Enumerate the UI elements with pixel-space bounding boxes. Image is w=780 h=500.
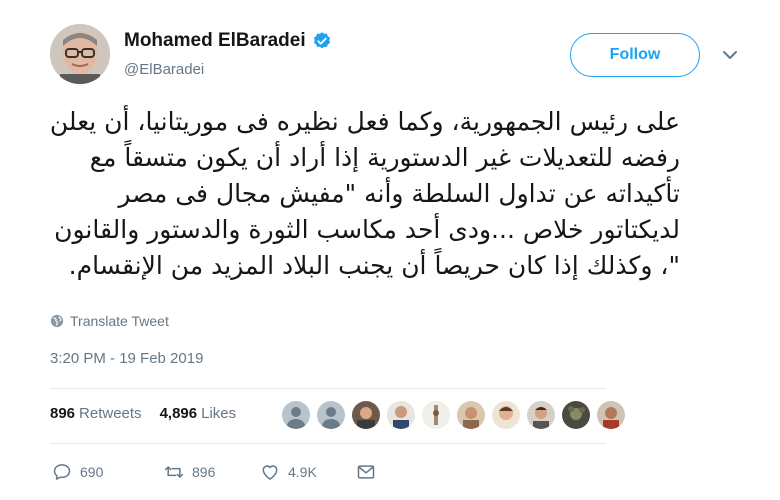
reply-button[interactable]: 690 [52,462,164,482]
chevron-down-icon[interactable] [722,48,738,60]
envelope-icon [357,465,375,479]
verified-badge-icon [312,31,332,51]
reply-count: 690 [80,464,104,480]
translate-tweet-link[interactable]: Translate Tweet [50,313,169,329]
liker-avatar[interactable] [282,401,310,429]
tweet-stats: 896 Retweets 4,896 Likes [50,405,236,422]
liker-avatar[interactable] [457,401,485,429]
direct-message-button[interactable] [356,462,376,482]
translate-tweet-label[interactable]: Translate Tweet [70,313,169,329]
likes-label: Likes [201,405,237,422]
liker-avatar[interactable] [597,401,625,429]
likes-stat[interactable]: 4,896 Likes [160,405,237,422]
liker-avatar[interactable] [352,401,380,429]
divider [50,388,606,389]
liker-avatar[interactable] [422,401,450,429]
avatar-image [50,24,110,84]
tweet-actions: 690 896 4.9K [52,462,376,482]
retweets-stat[interactable]: 896 Retweets [50,405,142,422]
retweets-label: Retweets [79,405,142,422]
tweet-text-line: رفضه للتعديلات غير الدستورية إذا أراد أن… [89,143,680,172]
follow-button[interactable]: Follow [570,33,700,77]
tweet-text-line: لديكتاتور خلاص ...ودى أحد مكاسب الثورة و… [54,215,680,244]
tweet-text-line: تأكيداته عن تداول السلطة وأنه "مفيش مجال… [118,179,680,208]
heart-icon [262,465,278,480]
tweet-text-line: على رئيس الجمهورية، وكما فعل نظيره فى مو… [49,107,680,136]
liker-avatar[interactable] [492,401,520,429]
tweet-timestamp[interactable]: 3:20 PM - 19 Feb 2019 [50,350,203,367]
display-name[interactable]: Mohamed ElBaradei [124,30,306,52]
liker-avatar[interactable] [387,401,415,429]
liker-avatar[interactable] [562,401,590,429]
liker-avatars [282,401,625,429]
divider [50,443,606,444]
globe-icon [50,314,64,328]
retweets-count: 896 [50,405,76,422]
like-count: 4.9K [288,464,317,480]
tweet-card: Mohamed ElBaradei @ElBaradei Follow على … [0,0,780,500]
avatar[interactable] [50,24,110,84]
user-handle[interactable]: @ElBaradei [124,61,204,78]
like-button[interactable]: 4.9K [260,462,356,482]
retweet-count: 896 [192,464,216,480]
likes-count: 4,896 [159,405,198,422]
user-name-row[interactable]: Mohamed ElBaradei [124,30,332,52]
retweet-icon [164,466,184,478]
liker-avatar[interactable] [317,401,345,429]
reply-icon [53,464,71,480]
liker-avatar[interactable] [527,401,555,429]
tweet-text-line: "، وكذلك إذا كان حريصاً أن يجنب البلاد ا… [68,251,680,280]
tweet-text: على رئيس الجمهورية، وكما فعل نظيره فى مو… [49,104,680,284]
retweet-button[interactable]: 896 [164,462,260,482]
